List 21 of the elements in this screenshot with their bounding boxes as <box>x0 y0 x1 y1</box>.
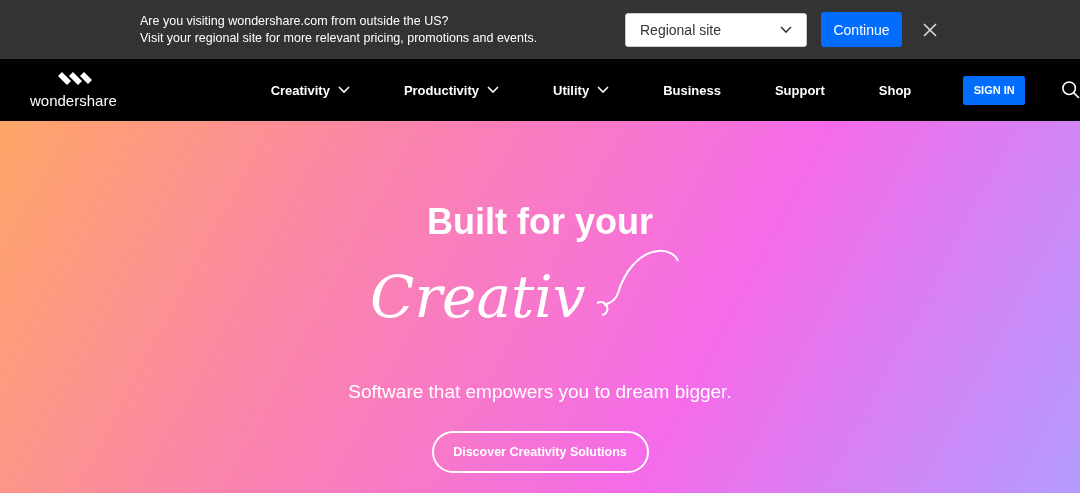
chevron-down-icon <box>597 86 610 94</box>
region-select[interactable]: Regional site <box>625 12 807 47</box>
logo-text[interactable]: wondershare <box>30 91 117 109</box>
nav-link[interactable]: Creativity <box>270 82 350 98</box>
sign-in-button[interactable]: SIGN IN <box>963 75 1026 105</box>
nav-link[interactable]: Support <box>774 82 825 98</box>
nav-link[interactable]: Productivity <box>403 82 499 98</box>
script-text: Creativ <box>370 263 586 331</box>
banner-text: Visit your regional site for more relevant pricing, promotions and events. <box>140 31 539 45</box>
banner-text: Are you visiting wondershare.com from outside the US? <box>140 14 450 28</box>
hero-title: Built for your <box>427 201 653 243</box>
nav-link[interactable]: Utility <box>553 82 610 98</box>
nav-link[interactable]: Business <box>663 82 721 98</box>
hero-subtitle: Software that empowers you to dream bigger. <box>348 381 732 403</box>
search-icon[interactable] <box>1062 80 1080 100</box>
chevron-down-icon <box>337 86 350 94</box>
chevron-down-icon <box>487 86 499 94</box>
close-icon[interactable] <box>923 22 937 37</box>
nav-link[interactable]: Shop <box>878 82 912 98</box>
chevron-down-icon <box>780 25 792 34</box>
continue-button[interactable]: Continue <box>821 12 902 47</box>
